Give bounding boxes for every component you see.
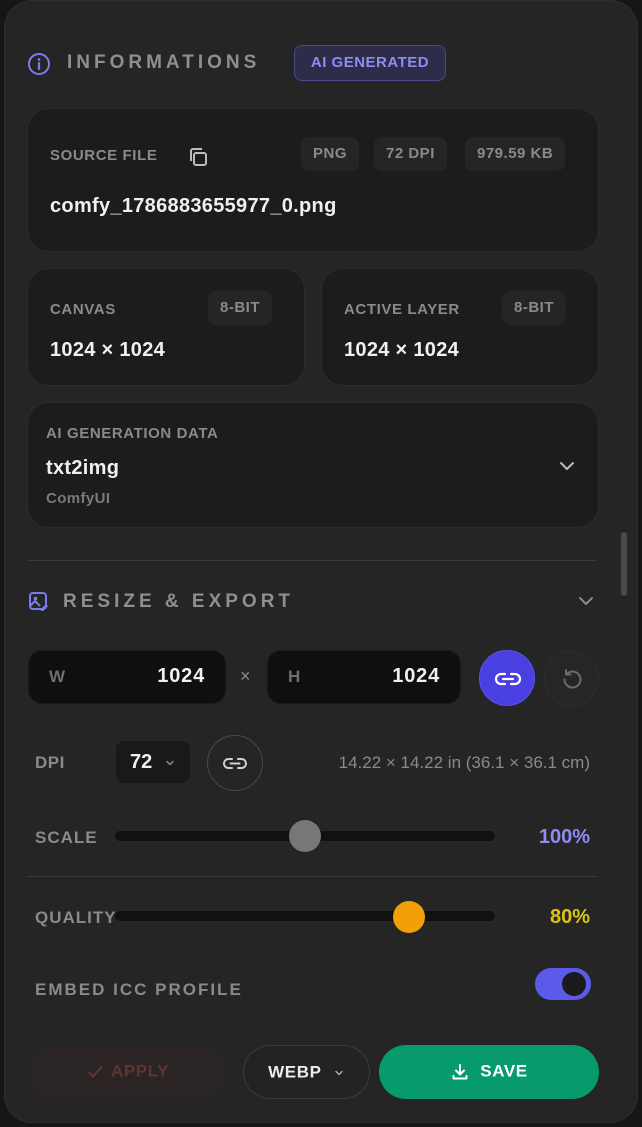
icc-toggle[interactable] — [535, 968, 591, 1000]
format-select-value: WEBP — [268, 1062, 322, 1082]
ai-generation-card[interactable]: AI GENERATION DATA txt2img ComfyUI — [27, 402, 599, 528]
apply-label: APPLY — [110, 1061, 170, 1081]
format-chip: PNG — [301, 137, 360, 171]
width-value: 1024 — [157, 665, 205, 687]
scrollbar-thumb[interactable] — [621, 532, 627, 596]
chevron-down-icon — [333, 1067, 345, 1079]
canvas-size: 1024 × 1024 — [50, 339, 166, 361]
ai-generation-mode: txt2img — [46, 457, 120, 479]
check-icon — [85, 1062, 105, 1082]
info-icon — [27, 52, 51, 76]
quality-value: 80% — [549, 906, 590, 928]
width-input[interactable]: W 1024 — [28, 650, 226, 704]
chevron-down-icon — [164, 757, 176, 769]
dpi-chip: 72 DPI — [374, 137, 447, 171]
canvas-label: CANVAS — [50, 301, 116, 318]
canvas-card: CANVAS 8-BIT 1024 × 1024 — [27, 268, 305, 386]
image-edit-icon — [27, 590, 51, 614]
icc-toggle-knob — [562, 972, 586, 996]
canvas-bit-chip: 8-BIT — [208, 291, 272, 325]
dpi-label: DPI — [35, 753, 65, 772]
active-layer-label: ACTIVE LAYER — [344, 301, 460, 318]
ai-generated-badge: AI GENERATED — [294, 45, 446, 81]
informations-title: INFORMATIONS — [67, 52, 261, 73]
link-aspect-button[interactable] — [479, 650, 535, 706]
width-prefix: W — [49, 667, 66, 686]
dpi-select-value: 72 — [130, 751, 153, 773]
times-sign: × — [240, 666, 251, 686]
source-file-card: SOURCE FILE PNG 72 DPI 979.59 KB comfy_1… — [27, 108, 599, 252]
apply-button[interactable]: APPLY — [27, 1045, 227, 1099]
resize-export-title: RESIZE & EXPORT — [63, 591, 295, 612]
info-panel: INFORMATIONS AI GENERATED SOURCE FILE PN… — [4, 0, 638, 1123]
section-divider — [27, 560, 597, 561]
copy-icon[interactable] — [186, 145, 210, 169]
reset-icon — [563, 669, 582, 689]
source-filename: comfy_1786883655977_0.png — [50, 195, 337, 217]
dpi-select[interactable]: 72 — [116, 741, 190, 783]
scale-value: 100% — [538, 826, 590, 848]
icc-label: EMBED ICC PROFILE — [35, 980, 243, 999]
slider-divider — [27, 876, 597, 877]
active-layer-bit-chip: 8-BIT — [502, 291, 566, 325]
quality-track[interactable] — [115, 911, 495, 921]
link-icon — [223, 758, 247, 769]
filesize-chip: 979.59 KB — [465, 137, 566, 171]
ai-generation-tool: ComfyUI — [46, 490, 111, 507]
dpi-link-button[interactable] — [207, 735, 263, 791]
quality-thumb[interactable] — [393, 901, 426, 933]
chevron-down-icon[interactable] — [556, 455, 578, 477]
format-select[interactable]: WEBP — [243, 1045, 370, 1099]
ai-generation-label: AI GENERATION DATA — [46, 425, 219, 442]
height-prefix: H — [288, 667, 301, 686]
chevron-down-icon[interactable] — [576, 591, 596, 611]
height-value: 1024 — [392, 665, 440, 687]
save-button[interactable]: SAVE — [379, 1045, 599, 1099]
active-layer-card: ACTIVE LAYER 8-BIT 1024 × 1024 — [321, 268, 599, 386]
scale-thumb[interactable] — [289, 820, 321, 852]
active-layer-size: 1024 × 1024 — [344, 339, 460, 361]
scale-label: SCALE — [35, 828, 98, 847]
reset-button[interactable] — [544, 651, 599, 706]
quality-label: QUALITY — [35, 908, 117, 927]
link-icon — [494, 672, 522, 686]
height-input[interactable]: H 1024 — [267, 650, 461, 704]
print-size: 14.22 × 14.22 in (36.1 × 36.1 cm) — [338, 753, 590, 772]
source-file-label: SOURCE FILE — [50, 147, 158, 164]
download-icon — [450, 1062, 470, 1082]
save-label: SAVE — [480, 1061, 528, 1081]
